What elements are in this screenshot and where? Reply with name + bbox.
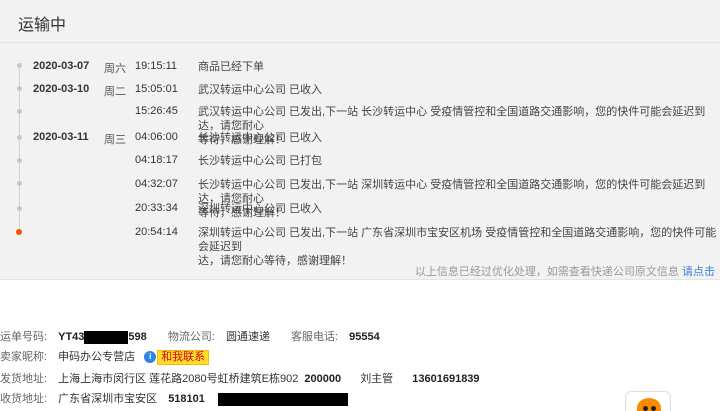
event-weekday: 周六 (104, 63, 126, 75)
view-original-link[interactable]: 请点击 (682, 266, 715, 278)
tracking-number-suffix: 598 (128, 331, 147, 343)
event-date: 2020-03-07 (33, 60, 90, 72)
timeline-dot (17, 109, 22, 114)
section-title: 运输中 (18, 17, 67, 34)
carrier-label: 物流公司: (167, 331, 215, 343)
ship-from-zip: 200000 (304, 373, 342, 385)
event-time: 04:06:00 (135, 131, 178, 143)
shipment-row-from: 发货地址: 上海上海市闵行区 莲花路2080号虹桥建筑E栋902 200000 … (0, 370, 480, 386)
shipment-row-to: 收货地址: 广东省深圳市宝安区 518101 (0, 390, 348, 406)
timeline-dot-current (16, 229, 22, 235)
event-description: 长沙转运中心公司 已打包 (198, 155, 323, 167)
event-description: 武汉转运中心公司 已收入 (198, 84, 323, 96)
event-weekday: 周三 (104, 134, 126, 146)
ship-from-phone: 13601691839 (412, 373, 480, 385)
event-description: 长沙转运中心公司 已收入 (198, 132, 323, 144)
ship-to-zip: 518101 (168, 393, 205, 405)
shipment-row-seller: 卖家昵称: 申码办公专营店 i 和我联系 (0, 348, 210, 365)
tracking-number-prefix: YT43 (58, 331, 85, 343)
event-time: 20:54:14 (135, 226, 178, 238)
timeline-dot (17, 135, 22, 140)
redaction-block (217, 392, 348, 406)
event-date: 2020-03-11 (33, 131, 89, 143)
phone-label: 客服电话: (291, 331, 339, 343)
event-time: 04:32:07 (135, 178, 178, 190)
event-time: 15:05:01 (135, 83, 178, 95)
timeline-dot (17, 63, 22, 68)
ship-to-label: 收货地址: (0, 393, 48, 405)
event-description: 商品已经下单 (198, 61, 264, 73)
event-description: 深圳转运中心公司 已收入 (198, 203, 323, 215)
chat-icon: i (144, 351, 157, 364)
ship-to-address: 广东省深圳市宝安区 (58, 393, 158, 405)
event-time: 19:15:11 (135, 60, 178, 72)
optimization-note: 以上信息已经过优化处理，如需查看快递公司原文信息 请点击 (414, 266, 715, 278)
title-divider (0, 42, 720, 43)
seller-name[interactable]: 申码办公专营店 (58, 351, 135, 363)
timeline-dot (17, 181, 22, 186)
redaction-block (84, 330, 129, 344)
event-time: 04:18:17 (135, 154, 178, 166)
shipment-row-tracking: 运单号码: YT43 598 物流公司: 圆通速递 客服电话: 95554 (0, 328, 380, 344)
timeline-dot (17, 158, 22, 163)
ship-from-contact: 刘主管 (360, 373, 394, 385)
timeline-dot (17, 206, 22, 211)
carrier-name: 圆通速递 (225, 331, 270, 343)
seller-label: 卖家昵称: (0, 351, 48, 363)
event-description: 深圳转运中心公司 已发出,下一站 广东省深圳市宝安区机场 受疫情管控和全国道路交… (198, 227, 717, 267)
ship-from-label: 发货地址: (0, 373, 48, 385)
ship-from-address: 上海上海市闵行区 莲花路2080号虹桥建筑E栋902 (58, 373, 299, 385)
tracking-label: 运单号码: (0, 331, 48, 343)
timeline-dot (17, 86, 22, 91)
event-date: 2020-03-10 (33, 83, 90, 95)
event-weekday: 周二 (104, 86, 126, 98)
event-time: 15:26:45 (135, 105, 178, 117)
contact-seller-label: 和我联系 (157, 349, 210, 365)
contact-seller-button[interactable]: i 和我联系 (144, 349, 210, 365)
event-time: 20:33:34 (135, 202, 178, 214)
service-phone: 95554 (349, 331, 380, 343)
assistant-mascot-icon[interactable] (625, 391, 671, 411)
tracking-panel: 运输中 2020-03-07 周六 19:15:11 商品已经下单 2020-0… (0, 0, 720, 280)
